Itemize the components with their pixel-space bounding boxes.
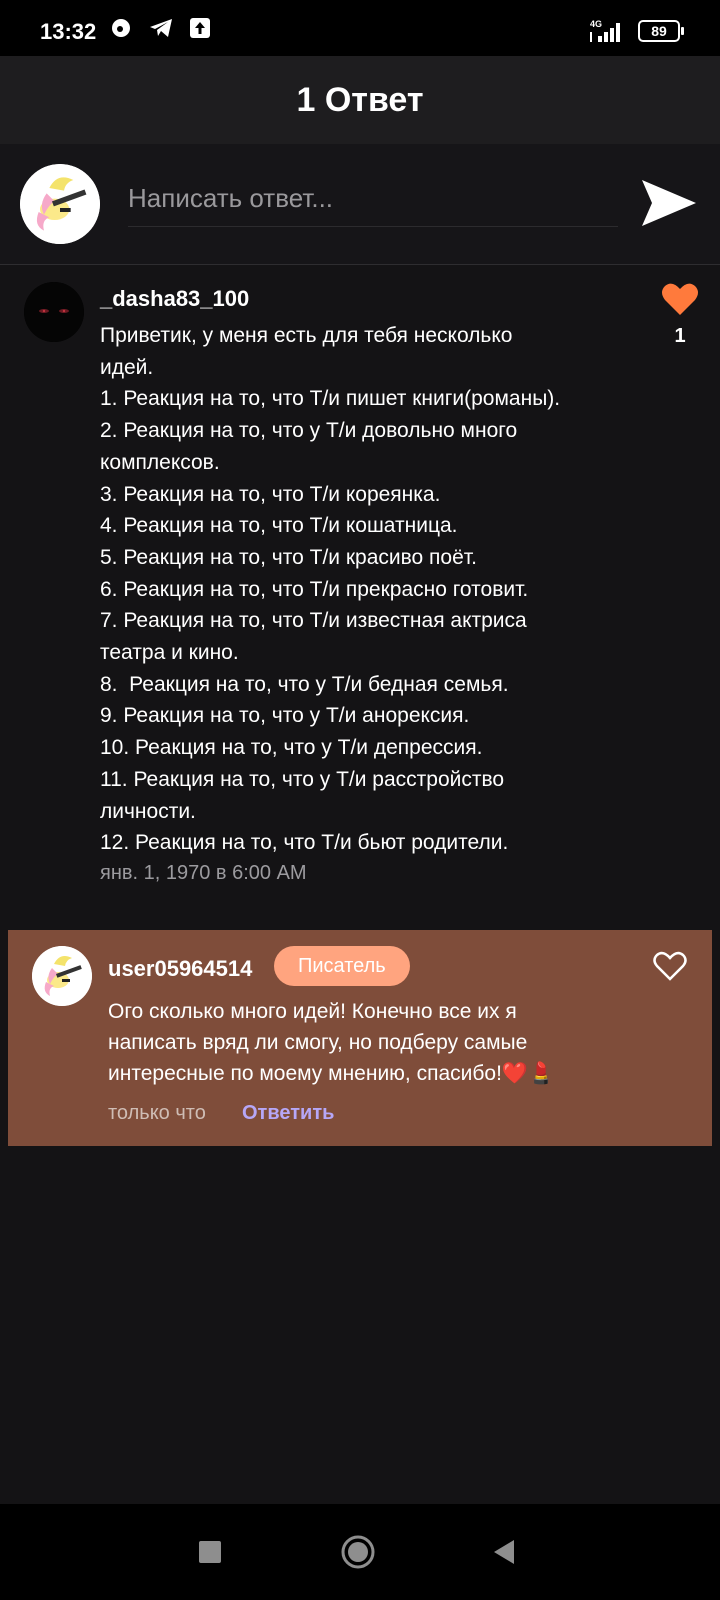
pony-avatar-icon [32, 946, 92, 1006]
comment-text: Приветик, у меня есть для тебя несколько… [100, 320, 620, 859]
heart-filled-icon [662, 283, 698, 315]
reply-composer [0, 144, 720, 265]
like-button[interactable]: 1 [658, 282, 702, 348]
comment-line: 3. Реакция на то, что Т/и кореянка. [100, 482, 441, 506]
comment-timestamp: янв. 1, 1970 в 6:00 AM [100, 862, 307, 884]
reply-time: только что [108, 1102, 206, 1124]
comment-username[interactable]: _dasha83_100 [100, 286, 249, 312]
send-icon[interactable] [640, 176, 698, 230]
upload-icon [190, 18, 210, 38]
home-icon[interactable] [340, 1534, 376, 1570]
comment-line: комплексов. [100, 450, 220, 474]
reply-line: Ого сколько много идей! Конечно все их я [108, 1000, 517, 1023]
comment-line: 10. Реакция на то, что у Т/и депрессия. [100, 736, 483, 760]
network-label: 4G [590, 19, 602, 29]
comment-line: 1. Реакция на то, что Т/и пишет книги(ро… [100, 387, 561, 411]
notification-icon [112, 19, 130, 37]
page-title: 1 Ответ [296, 80, 424, 119]
battery-indicator: 89 [638, 20, 684, 42]
comment-line: Приветик, у меня есть для тебя несколько [100, 324, 513, 347]
like-count: 1 [674, 325, 686, 347]
signal-icon: 4G [590, 19, 620, 42]
avatar[interactable] [20, 164, 100, 244]
reply-line: написать вряд ли смогу, но подберу самые [108, 1031, 528, 1054]
comment-line: 2. Реакция на то, что у Т/и довольно мно… [100, 419, 518, 443]
comment-line: 7. Реакция на то, что Т/и известная актр… [100, 609, 527, 633]
comment-line: 12. Реакция на то, что Т/и бьют родители… [100, 831, 509, 855]
status-time: 13:32 [40, 19, 97, 44]
reply-text: Ого сколько много идей! Конечно все их я… [108, 996, 628, 1089]
battery-level: 89 [651, 23, 667, 39]
reply-username[interactable]: user05964514 [108, 956, 252, 982]
commenter-avatar[interactable] [24, 282, 84, 342]
writer-badge: Писатель [274, 946, 410, 986]
comment-line: личности. [100, 799, 196, 823]
comment-line: 11. Реакция на то, что у Т/и расстройств… [100, 767, 505, 791]
dark-eyes-avatar-icon [24, 282, 84, 342]
status-bar: 13:32 4G 89 [0, 0, 720, 56]
telegram-icon [150, 19, 172, 37]
comment-line: идей. [100, 355, 154, 379]
comment-line: театра и кино. [100, 641, 239, 665]
reply-line: интересные по моему мнению, спасибо!❤️💄 [108, 1062, 555, 1085]
comment-line: 8. Реакция на то, что у Т/и бедная семья… [100, 672, 509, 696]
reply-action-button[interactable]: Ответить [242, 1102, 334, 1125]
back-icon[interactable] [492, 1538, 516, 1566]
reply-input[interactable] [128, 170, 618, 227]
pony-avatar-icon [20, 164, 100, 244]
comment-line: 5. Реакция на то, что Т/и красиво поёт. [100, 545, 477, 569]
system-nav-bar [0, 1504, 720, 1600]
comment-line: 6. Реакция на то, что Т/и прекрасно гото… [100, 577, 529, 601]
heart-outline-icon[interactable] [652, 950, 688, 982]
page-header: 1 Ответ [0, 56, 720, 144]
reply-card: user05964514 Писатель Ого сколько много … [8, 930, 712, 1146]
recent-apps-icon[interactable] [198, 1540, 222, 1564]
comment-line: 9. Реакция на то, что у Т/и анорексия. [100, 704, 470, 728]
reply-avatar[interactable] [32, 946, 92, 1006]
comment-line: 4. Реакция на то, что Т/и кошатница. [100, 514, 458, 538]
